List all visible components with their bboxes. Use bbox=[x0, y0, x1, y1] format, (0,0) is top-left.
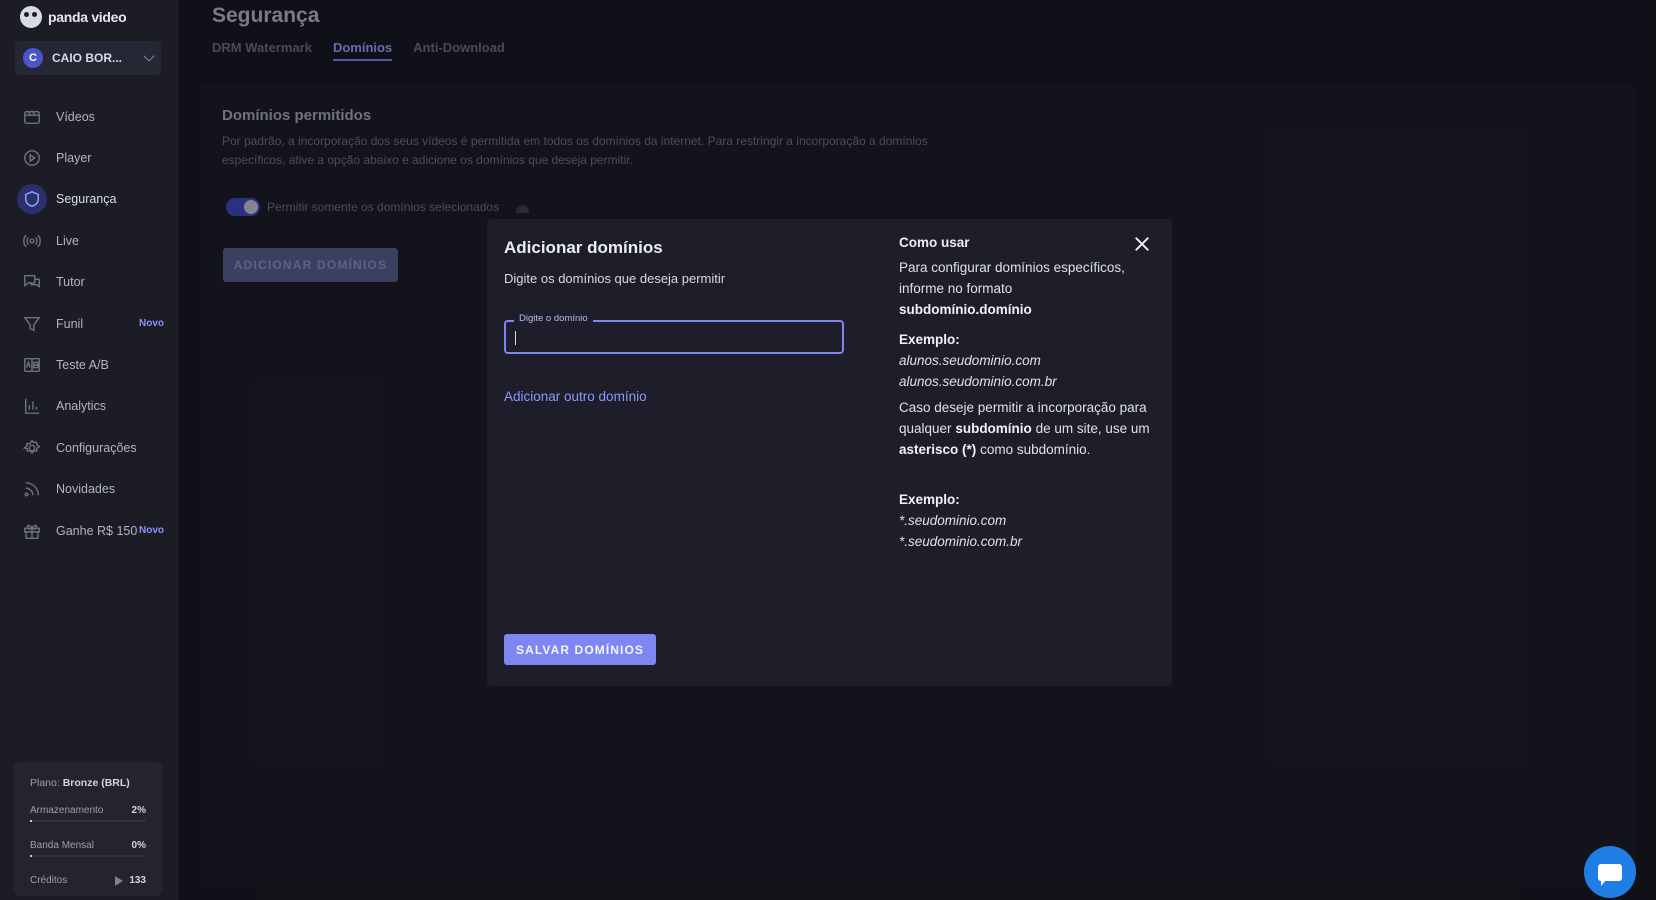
modal-title: Adicionar domínios bbox=[504, 238, 663, 257]
domain-field[interactable]: Digite o domínio bbox=[504, 313, 844, 354]
add-other-domain-link[interactable]: Adicionar outro domínio bbox=[504, 389, 647, 404]
example-label: Exemplo: bbox=[899, 492, 960, 507]
account-name: CAIO BOR... bbox=[52, 51, 123, 65]
new-badge: Novo bbox=[139, 318, 164, 330]
sidebar-item-label: Novidades bbox=[56, 482, 116, 497]
storage-progress bbox=[30, 820, 146, 822]
add-domains-modal: Adicionar domínios Digite os domínios qu… bbox=[487, 219, 1172, 686]
example-value: *.seudominio.com.br bbox=[899, 534, 1023, 549]
storage-label: Armazenamento bbox=[30, 805, 104, 816]
help-example-1: Exemplo: alunos.seudominio.com alunos.se… bbox=[899, 329, 1154, 392]
wildcard-bold: subdomínio bbox=[955, 421, 1032, 436]
bar-chart-icon bbox=[22, 396, 42, 416]
sidebar: panda video C CAIO BOR... Vídeos Player … bbox=[0, 0, 178, 900]
sidebar-item-seguranca[interactable]: Segurança bbox=[0, 179, 178, 220]
gear-icon bbox=[22, 438, 42, 458]
chat-launcher-button[interactable] bbox=[1584, 846, 1636, 898]
broadcast-icon bbox=[22, 231, 42, 251]
example-value: alunos.seudominio.com.br bbox=[899, 374, 1057, 389]
plan-label: Plano: bbox=[30, 777, 60, 789]
sidebar-item-novidades[interactable]: Novidades bbox=[0, 469, 178, 510]
sidebar-nav: Vídeos Player Segurança Live Tutor Funil… bbox=[0, 96, 178, 551]
example-value: alunos.seudominio.com bbox=[899, 353, 1041, 368]
wildcard-bold: asterisco (*) bbox=[899, 442, 977, 457]
wildcard-text: como subdomínio. bbox=[980, 442, 1091, 457]
plan-name: Bronze (BRL) bbox=[62, 777, 130, 789]
storage-usage: Armazenamento 2% bbox=[30, 805, 146, 822]
storage-progress-fill bbox=[30, 820, 33, 822]
help-format: subdomínio.domínio bbox=[899, 302, 1032, 317]
video-icon bbox=[22, 107, 42, 127]
credits-label: Créditos bbox=[30, 875, 68, 886]
rss-icon bbox=[22, 479, 42, 499]
save-domains-button[interactable]: SALVAR DOMÍNIOS bbox=[504, 634, 656, 665]
sidebar-item-ganhe[interactable]: Ganhe R$ 150 Novo bbox=[0, 510, 178, 551]
bandwidth-usage: Banda Mensal 0% bbox=[30, 840, 146, 857]
sidebar-item-configuracoes[interactable]: Configurações bbox=[0, 427, 178, 468]
plan-summary: Plano: Bronze (BRL) Armazenamento 2% Ban… bbox=[13, 762, 163, 896]
domain-input[interactable] bbox=[514, 328, 834, 348]
play-circle-icon bbox=[22, 148, 42, 168]
sidebar-item-teste-ab[interactable]: Teste A/B bbox=[0, 344, 178, 385]
example-label: Exemplo: bbox=[899, 332, 960, 347]
sidebar-item-label: Configurações bbox=[56, 440, 137, 455]
bandwidth-percent: 0% bbox=[131, 840, 146, 851]
modal-subtitle: Digite os domínios que deseja permitir bbox=[504, 271, 726, 286]
sidebar-item-label: Tutor bbox=[56, 275, 85, 290]
example-value: *.seudominio.com bbox=[899, 513, 1007, 528]
close-icon[interactable] bbox=[1133, 235, 1151, 253]
funnel-icon bbox=[22, 314, 42, 334]
bandwidth-progress bbox=[30, 855, 146, 857]
brand-logo[interactable]: panda video bbox=[20, 5, 127, 29]
sidebar-item-label: Segurança bbox=[56, 192, 117, 207]
new-badge: Novo bbox=[139, 525, 164, 537]
ab-test-icon bbox=[22, 355, 42, 375]
help-example-2: Exemplo: *.seudominio.com *.seudominio.c… bbox=[899, 489, 1154, 552]
shield-icon bbox=[17, 184, 47, 215]
credits-row: Créditos 133 bbox=[30, 875, 146, 886]
sidebar-item-funil[interactable]: Funil Novo bbox=[0, 303, 178, 344]
brand-name: panda video bbox=[48, 9, 127, 25]
chat-icon bbox=[22, 272, 42, 292]
text-caret bbox=[515, 331, 516, 345]
sidebar-item-label: Ganhe R$ 150 bbox=[56, 523, 138, 538]
sidebar-item-live[interactable]: Live bbox=[0, 220, 178, 261]
sidebar-item-label: Analytics bbox=[56, 399, 107, 414]
storage-percent: 2% bbox=[131, 805, 146, 816]
wildcard-text: de um site, use um bbox=[1035, 421, 1150, 436]
sidebar-item-label: Player bbox=[56, 151, 92, 166]
sidebar-item-label: Funil bbox=[56, 316, 84, 331]
help-title: Como usar bbox=[899, 235, 970, 250]
sidebar-item-player[interactable]: Player bbox=[0, 137, 178, 178]
sidebar-item-label: Teste A/B bbox=[56, 358, 109, 373]
sidebar-item-label: Live bbox=[56, 233, 79, 248]
gift-icon bbox=[22, 521, 42, 541]
sidebar-item-analytics[interactable]: Analytics bbox=[0, 386, 178, 427]
play-icon bbox=[115, 875, 124, 886]
sidebar-item-tutor[interactable]: Tutor bbox=[0, 262, 178, 303]
avatar: C bbox=[23, 48, 43, 68]
sidebar-item-label: Vídeos bbox=[56, 109, 95, 124]
credits-count: 133 bbox=[129, 875, 146, 886]
plan-title: Plano: Bronze (BRL) bbox=[30, 777, 130, 789]
help-intro: Para configurar domínios específicos, in… bbox=[899, 257, 1154, 320]
help-wildcard: Caso deseje permitir a incorporação para… bbox=[899, 397, 1154, 460]
credits-value: 133 bbox=[115, 875, 146, 886]
bandwidth-progress-fill bbox=[30, 855, 32, 857]
domain-field-label: Digite o domínio bbox=[514, 313, 593, 324]
account-switcher[interactable]: C CAIO BOR... bbox=[15, 41, 161, 75]
sidebar-item-videos[interactable]: Vídeos bbox=[0, 96, 178, 137]
bandwidth-label: Banda Mensal bbox=[30, 840, 94, 851]
panda-logo-icon bbox=[20, 6, 42, 28]
chat-bubble-icon bbox=[1598, 863, 1622, 886]
help-intro-text: Para configurar domínios específicos, in… bbox=[899, 260, 1125, 296]
chevron-down-icon bbox=[143, 50, 155, 62]
